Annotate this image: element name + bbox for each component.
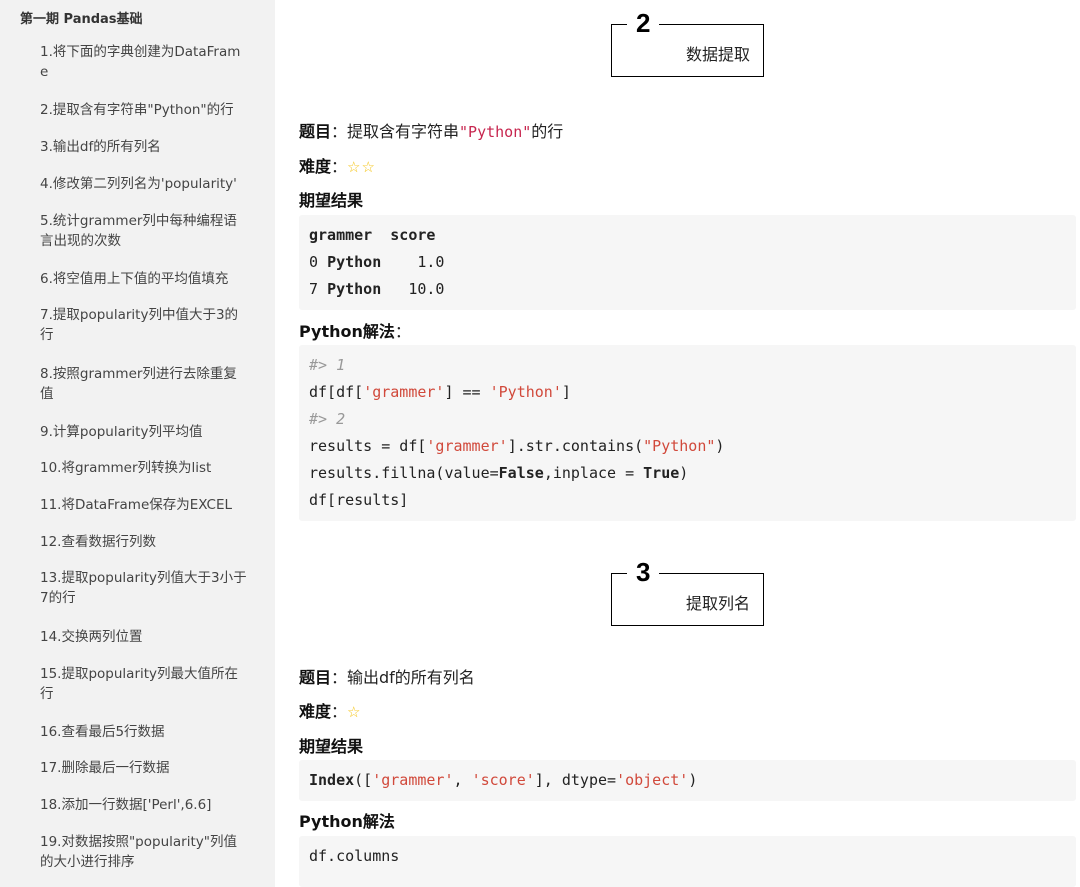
solution-label: Python解法 (299, 812, 395, 831)
sidebar-item-16[interactable]: 16.查看最后5行数据 (40, 722, 250, 742)
question-line: 题目：提取含有字符串"Python"的行 (299, 118, 563, 142)
row-value: 1.0 (381, 253, 445, 271)
expected-label: 期望结果 (299, 737, 364, 756)
sidebar-item-12[interactable]: 12.查看数据行列数 (40, 532, 250, 552)
code-line: results = df['grammer'].str.contains("Py… (309, 437, 725, 455)
sidebar-item-14[interactable]: 14.交换两列位置 (40, 627, 250, 647)
sidebar-item-13[interactable]: 13.提取popularity列值大于3小于 7的行 (40, 568, 250, 608)
sidebar-item-1[interactable]: 1.将下面的字典创建为DataFram e (40, 42, 250, 82)
expected-label: 期望结果 (299, 191, 364, 210)
solution-code-block: df.columns (299, 836, 1076, 887)
sidebar-item-5[interactable]: 5.统计grammer列中每种编程语 言出现的次数 (40, 211, 250, 251)
main-content: 2 数据提取 题目：提取含有字符串"Python"的行 难度：☆☆ 期望结果 g… (275, 0, 1080, 887)
code-line: df.columns (309, 847, 400, 865)
sidebar-item-2[interactable]: 2.提取含有字符串"Python"的行 (40, 100, 250, 120)
row-value: 10.0 (381, 280, 445, 298)
question-label: 题目 (299, 122, 332, 141)
section-title: 提取列名 (685, 594, 750, 613)
row-lang: Python (327, 280, 382, 298)
code-comment: #> 2 (309, 410, 346, 428)
sidebar-item-19[interactable]: 19.对数据按照"popularity"列值 的大小进行排序 (40, 832, 250, 872)
sidebar-item-10[interactable]: 10.将grammer列转换为list (40, 458, 250, 478)
row-lang: Python (327, 253, 382, 271)
sidebar-item-3[interactable]: 3.输出df的所有列名 (40, 137, 250, 157)
sidebar-title: 第一期 Pandas基础 (20, 12, 143, 27)
output-line: Index(['grammer', 'score'], dtype='objec… (309, 771, 698, 789)
sidebar-item-11[interactable]: 11.将DataFrame保存为EXCEL (40, 495, 250, 515)
question-text: ：输出df的所有列名 (331, 668, 475, 687)
question-text: ：提取含有字符串 (331, 122, 460, 141)
sidebar: 第一期 Pandas基础 1.将下面的字典创建为DataFram e 2.提取含… (0, 0, 275, 887)
solution-colon: ： (394, 322, 411, 341)
output-row: 0 Python 1.0 (309, 249, 1066, 276)
sidebar-item-17[interactable]: 17.删除最后一行数据 (40, 758, 250, 778)
sidebar-item-4[interactable]: 4.修改第二列列名为'popularity' (40, 174, 250, 194)
section-title: 数据提取 (685, 45, 750, 64)
code-line: df[results] (309, 491, 409, 509)
solution-heading: Python解法： (299, 318, 411, 342)
row-index: 7 (309, 280, 319, 298)
expected-output-block: Index(['grammer', 'score'], dtype='objec… (299, 760, 1076, 801)
inline-code: "Python" (459, 123, 532, 141)
row-index: 0 (309, 253, 319, 271)
sidebar-item-6[interactable]: 6.将空值用上下值的平均值填充 (40, 269, 250, 289)
difficulty-line: 难度：☆☆ (299, 153, 376, 177)
sidebar-item-7[interactable]: 7.提取popularity列中值大于3的 行 (40, 305, 250, 345)
section-heading-box: 2 数据提取 (611, 8, 764, 77)
expected-heading: 期望结果 (299, 733, 363, 757)
solution-label: Python解法 (299, 322, 395, 341)
difficulty-colon: ： (331, 157, 348, 176)
difficulty-label: 难度 (299, 702, 332, 721)
code-line: results.fillna(value=False,inplace = Tru… (309, 464, 689, 482)
solution-heading: Python解法 (299, 808, 395, 832)
code-line: df[df['grammer'] == 'Python'] (309, 383, 571, 401)
sidebar-item-18[interactable]: 18.添加一行数据['Perl',6.6] (40, 795, 250, 815)
sidebar-item-15[interactable]: 15.提取popularity列最大值所在 行 (40, 664, 250, 704)
code-comment: #> 1 (309, 356, 346, 374)
section-heading-box: 3 提取列名 (611, 557, 764, 626)
section-number: 3 (627, 557, 660, 587)
difficulty-colon: ： (331, 702, 348, 721)
difficulty-label: 难度 (299, 157, 332, 176)
question-line: 题目：输出df的所有列名 (299, 664, 475, 688)
difficulty-line: 难度：☆ (299, 698, 361, 722)
expected-output-block: grammer score 0 Python 1.0 7 Python 10.0 (299, 215, 1076, 310)
expected-heading: 期望结果 (299, 187, 363, 211)
section-number: 2 (627, 8, 660, 38)
sidebar-item-9[interactable]: 9.计算popularity列平均值 (40, 422, 250, 442)
output-row: 7 Python 10.0 (309, 276, 1066, 303)
solution-code-block: #> 1 df[df['grammer'] == 'Python'] #> 2 … (299, 345, 1076, 521)
question-label: 题目 (299, 668, 332, 687)
sidebar-item-8[interactable]: 8.按照grammer列进行去除重复 值 (40, 364, 250, 404)
question-tail: 的行 (531, 122, 564, 141)
output-header: grammer score (309, 226, 436, 244)
star-rating-icon: ☆☆ (347, 158, 376, 176)
star-rating-icon: ☆ (347, 703, 362, 721)
